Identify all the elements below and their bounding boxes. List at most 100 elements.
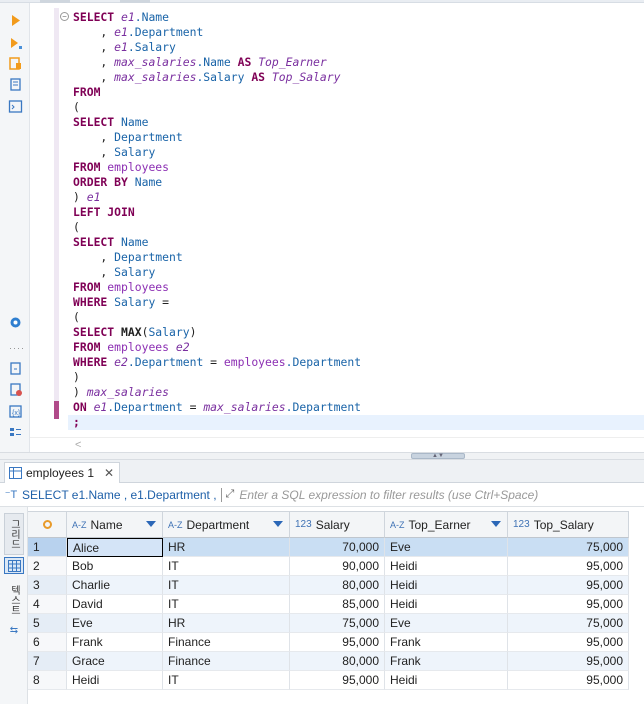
code-line[interactable]: , Department <box>73 250 361 265</box>
table-cell[interactable]: 95,000 <box>508 671 629 690</box>
code-line[interactable]: ( <box>73 310 361 325</box>
outline-icon[interactable] <box>7 425 24 442</box>
query-preview[interactable]: SELECT e1.Name , e1.Department , <box>22 488 217 502</box>
table-cell[interactable]: Heidi <box>385 557 508 576</box>
more-dots-icon[interactable]: ···· <box>9 343 25 353</box>
row-number[interactable]: 5 <box>28 614 67 633</box>
table-cell[interactable]: Frank <box>385 652 508 671</box>
row-number[interactable]: 1 <box>28 538 67 557</box>
fold-toggle-icon[interactable]: − <box>60 12 69 21</box>
table-cell[interactable]: Finance <box>163 633 290 652</box>
code-line[interactable]: , max_salaries.Salary AS Top_Salary <box>73 70 361 85</box>
table-cell[interactable]: Heidi <box>385 595 508 614</box>
code-line[interactable]: , Salary <box>73 145 361 160</box>
table-cell[interactable]: 70,000 <box>290 538 385 557</box>
sort-arrow-icon[interactable] <box>273 521 283 527</box>
table-cell[interactable]: Frank <box>385 633 508 652</box>
table-cell[interactable]: 95,000 <box>508 595 629 614</box>
export-icon[interactable] <box>7 360 24 377</box>
table-cell[interactable]: 95,000 <box>508 652 629 671</box>
code-line[interactable]: ON e1.Department = max_salaries.Departme… <box>73 400 361 415</box>
text-view-button[interactable]: 텍스트 <box>4 579 24 621</box>
table-cell[interactable]: Grace <box>67 652 163 671</box>
code-line[interactable]: ) e1 <box>73 190 361 205</box>
error-file-icon[interactable] <box>7 381 24 398</box>
row-number[interactable]: 8 <box>28 671 67 690</box>
row-number[interactable]: 7 <box>28 652 67 671</box>
column-header-top-salary[interactable]: 123 Top_Salary <box>508 511 629 538</box>
sql-editor[interactable]: − SELECT e1.Name , e1.Department , e1.Sa… <box>30 3 644 437</box>
code-line[interactable]: , Department <box>73 130 361 145</box>
table-cell[interactable]: 95,000 <box>290 671 385 690</box>
table-cell[interactable]: 90,000 <box>290 557 385 576</box>
table-row[interactable]: 5 Eve HR 75,000 Eve 75,000 <box>28 614 644 633</box>
code-line[interactable]: ) <box>73 370 361 385</box>
table-cell[interactable]: HR <box>163 538 290 557</box>
table-cell[interactable]: Frank <box>67 633 163 652</box>
execute-statement-icon[interactable] <box>7 12 24 29</box>
table-cell[interactable]: IT <box>163 595 290 614</box>
execute-script-icon[interactable] <box>7 35 24 52</box>
column-header-salary[interactable]: 123 Salary <box>290 511 385 538</box>
table-cell[interactable]: 75,000 <box>508 538 629 557</box>
table-cell[interactable]: Finance <box>163 652 290 671</box>
table-cell[interactable]: 95,000 <box>508 633 629 652</box>
table-cell[interactable]: IT <box>163 557 290 576</box>
code-line[interactable]: WHERE Salary = <box>73 295 361 310</box>
table-cell[interactable]: 85,000 <box>290 595 385 614</box>
row-number[interactable]: 2 <box>28 557 67 576</box>
code-line[interactable]: ORDER BY Name <box>73 175 361 190</box>
tab-employees-1[interactable]: employees 1 ✕ <box>4 462 120 483</box>
table-row[interactable]: 2 Bob IT 90,000 Heidi 95,000 <box>28 557 644 576</box>
splitter-grip-icon[interactable]: ▲▼ <box>411 453 465 459</box>
code-line[interactable]: FROM <box>73 85 361 100</box>
code-line[interactable]: , e1.Department <box>73 25 361 40</box>
code-line[interactable]: FROM employees <box>73 160 361 175</box>
code-line[interactable]: ( <box>73 100 361 115</box>
table-cell[interactable]: IT <box>163 576 290 595</box>
code-line[interactable]: FROM employees e2 <box>73 340 361 355</box>
filter-sql-icon[interactable]: ⁻T <box>0 488 22 501</box>
table-row[interactable]: 4 David IT 85,000 Heidi 95,000 <box>28 595 644 614</box>
row-number-header[interactable] <box>28 511 67 538</box>
editor-horizontal-scrollbar[interactable]: < <box>30 437 644 452</box>
console-icon[interactable] <box>7 98 24 115</box>
select-all-icon[interactable] <box>42 520 52 529</box>
table-row[interactable]: 6 Frank Finance 95,000 Frank 95,000 <box>28 633 644 652</box>
table-row[interactable]: 3 Charlie IT 80,000 Heidi 95,000 <box>28 576 644 595</box>
filter-input[interactable]: Enter a SQL expression to filter results… <box>239 488 538 502</box>
code-line[interactable]: LEFT JOIN <box>73 205 361 220</box>
table-cell[interactable]: 95,000 <box>508 557 629 576</box>
table-cell[interactable]: 95,000 <box>290 633 385 652</box>
code-line[interactable]: , max_salaries.Name AS Top_Earner <box>73 55 361 70</box>
row-number[interactable]: 3 <box>28 576 67 595</box>
table-cell[interactable]: 75,000 <box>290 614 385 633</box>
table-cell[interactable]: Bob <box>67 557 163 576</box>
table-cell[interactable]: 80,000 <box>290 652 385 671</box>
table-cell[interactable]: IT <box>163 671 290 690</box>
table-cell[interactable]: Heidi <box>385 576 508 595</box>
code-line[interactable]: SELECT Name <box>73 115 361 130</box>
table-cell[interactable]: 80,000 <box>290 576 385 595</box>
table-cell[interactable]: Heidi <box>385 671 508 690</box>
table-row[interactable]: 7 Grace Finance 80,000 Frank 95,000 <box>28 652 644 671</box>
explain-plan-icon[interactable] <box>7 55 24 72</box>
sort-arrow-icon[interactable] <box>146 521 156 527</box>
expand-filter-icon[interactable]: ⤢ <box>226 488 235 501</box>
table-cell[interactable]: HR <box>163 614 290 633</box>
table-cell[interactable]: 75,000 <box>508 614 629 633</box>
column-header-department[interactable]: A-Z Department <box>163 511 290 538</box>
variables-icon[interactable]: {x} <box>7 403 24 420</box>
scroll-left-icon[interactable]: < <box>75 439 81 451</box>
code-line[interactable]: FROM employees <box>73 280 361 295</box>
grid-view-button[interactable]: 그리드 <box>4 513 24 555</box>
table-cell[interactable]: Eve <box>67 614 163 633</box>
table-cell[interactable]: David <box>67 595 163 614</box>
code-line[interactable]: ; <box>73 415 361 430</box>
table-cell[interactable]: 95,000 <box>508 576 629 595</box>
code-line[interactable]: ) max_salaries <box>73 385 361 400</box>
close-tab-icon[interactable]: ✕ <box>104 466 114 480</box>
code-line[interactable]: WHERE e2.Department = employees.Departme… <box>73 355 361 370</box>
code-line[interactable]: , e1.Salary <box>73 40 361 55</box>
table-cell[interactable]: Eve <box>385 614 508 633</box>
